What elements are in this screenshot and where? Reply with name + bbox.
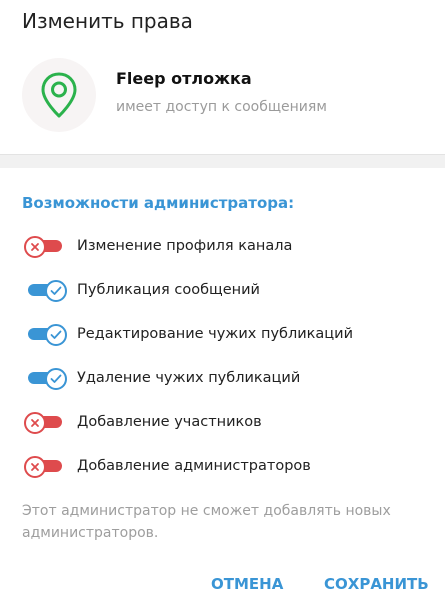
check-icon [50,286,62,295]
check-icon [50,374,62,383]
permission-add-admins[interactable]: Добавление администраторов [22,452,422,480]
cancel-button[interactable]: ОТМЕНА [211,575,283,593]
permission-toggle[interactable] [22,367,67,390]
dialog-title: Изменить права [22,9,193,33]
bot-avatar [22,58,96,132]
edit-rights-dialog: Изменить права Fleep отложка имеет досту… [0,0,445,614]
permission-delete-messages[interactable]: Удаление чужих публикаций [22,364,422,392]
cross-icon [31,243,39,251]
toggle-knob [24,412,46,434]
permission-label: Публикация сообщений [77,282,260,298]
toggle-knob [45,280,67,302]
section-divider [0,154,445,168]
permission-toggle[interactable] [22,411,66,434]
permission-label: Редактирование чужих публикаций [77,326,354,342]
map-pin-icon [41,72,77,118]
permission-post-messages[interactable]: Публикация сообщений [22,276,422,304]
save-button[interactable]: СОХРАНИТЬ [324,575,429,593]
admin-hint-text: Этот администратор не сможет добавлять н… [22,503,391,541]
toggle-knob [45,324,67,346]
toggle-knob [24,236,46,258]
toggle-knob [45,368,67,390]
cross-icon [31,463,39,471]
admin-rights-section-title: Возможности администратора: [22,194,295,212]
bot-status: имеет доступ к сообщениям [116,99,327,115]
permission-toggle[interactable] [22,323,67,346]
permission-toggle[interactable] [22,279,67,302]
permission-label: Добавление администраторов [77,458,311,474]
toggle-knob [24,456,46,478]
permission-label: Добавление участников [77,414,262,430]
permission-edit-messages[interactable]: Редактирование чужих публикаций [22,320,422,348]
permission-add-members[interactable]: Добавление участников [22,408,422,436]
bot-name: Fleep отложка [116,69,252,88]
check-icon [50,330,62,339]
permission-toggle[interactable] [22,235,66,258]
permission-toggle[interactable] [22,455,66,478]
permission-label: Удаление чужих публикаций [77,370,301,386]
permission-change-channel-info[interactable]: Изменение профиля канала [22,232,422,260]
cross-icon [31,419,39,427]
permission-label: Изменение профиля канала [77,238,293,254]
